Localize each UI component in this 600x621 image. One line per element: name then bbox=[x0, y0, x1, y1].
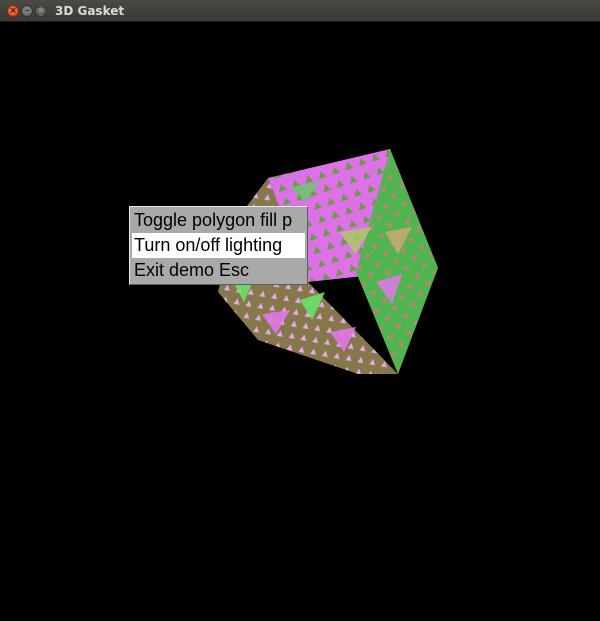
minimize-icon: – bbox=[24, 6, 30, 16]
close-button[interactable]: × bbox=[7, 5, 19, 17]
maximize-button[interactable]: □ bbox=[35, 5, 47, 17]
gl-canvas[interactable] bbox=[0, 22, 600, 621]
minimize-button[interactable]: – bbox=[21, 5, 33, 17]
context-menu: Toggle polygon fill p Turn on/off lighti… bbox=[129, 206, 308, 285]
menu-item-exit[interactable]: Exit demo Esc bbox=[132, 258, 305, 283]
maximize-icon: □ bbox=[36, 6, 46, 16]
close-icon: × bbox=[9, 6, 17, 16]
window-title: 3D Gasket bbox=[55, 4, 125, 18]
menu-item-toggle-fill[interactable]: Toggle polygon fill p bbox=[132, 208, 305, 233]
title-bar: × – □ 3D Gasket bbox=[0, 0, 600, 22]
menu-item-toggle-lighting[interactable]: Turn on/off lighting bbox=[132, 233, 305, 258]
sierpinski-gasket bbox=[218, 149, 438, 374]
